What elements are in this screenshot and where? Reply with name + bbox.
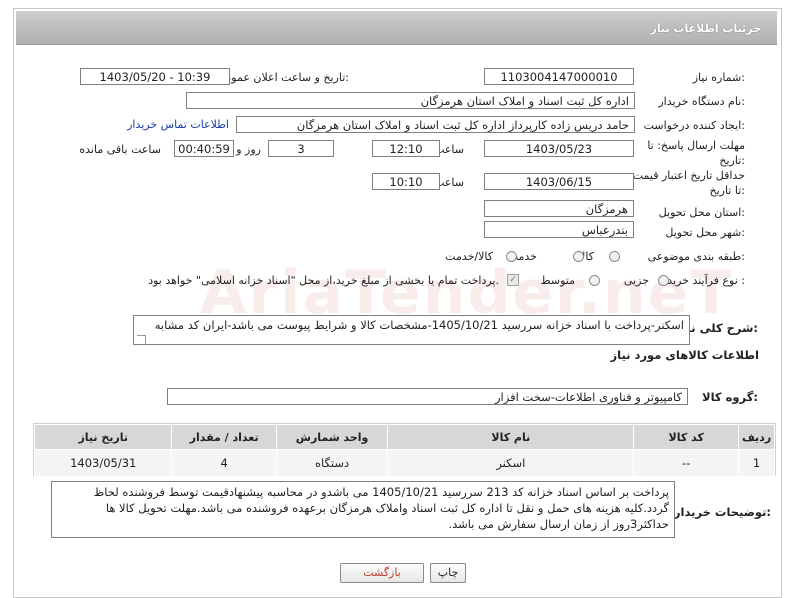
- print-button[interactable]: چاپ: [430, 563, 466, 583]
- cell-need-date: 1403/05/31: [33, 449, 173, 477]
- cell-code: --: [633, 449, 740, 477]
- goods-table: ردیف کد کالا نام کالا واحد شمارش تعداد /…: [33, 424, 775, 477]
- process-medium-label: متوسط: [540, 274, 575, 287]
- announce-datetime-field: 1403/05/20 - 10:39: [80, 68, 230, 85]
- cell-name: اسکنر: [387, 449, 635, 477]
- city-label: شهر محل تحویل:: [665, 226, 745, 239]
- buyer-org-field: اداره کل ثبت اسناد و املاک استان هرمزگان: [186, 92, 635, 109]
- table-row: 1 -- اسکنر دستگاه 4 1403/05/31: [33, 449, 775, 477]
- page-title: جزئیات اطلاعات نیاز: [650, 22, 762, 35]
- province-field: هرمزگان: [484, 200, 634, 217]
- price-validity-time-field: 10:10: [372, 173, 440, 190]
- goods-group-field: کامپیوتر و فناوری اطلاعات-سخت افزار: [167, 388, 688, 405]
- process-minor-radio[interactable]: [658, 275, 669, 286]
- remaining-time-field: 00:40:59: [174, 140, 234, 157]
- reply-days-field: 3: [268, 140, 334, 157]
- price-validity-label: حداقل تاریخ اعتبار قیمت: تا تاریخ:: [629, 169, 745, 197]
- goods-section-title: اطلاعات کالاهای مورد نیاز: [610, 348, 759, 362]
- col-header-code: کد کالا: [633, 424, 740, 450]
- cell-unit: دستگاه: [275, 449, 389, 477]
- purchase-process-label: نوع فرآیند خرید :: [667, 274, 745, 287]
- category-goods-radio[interactable]: [609, 251, 620, 262]
- goods-table-wrap: ردیف کد کالا نام کالا واحد شمارش تعداد /…: [33, 423, 776, 477]
- treasury-payment-checkbox[interactable]: ✓: [507, 274, 519, 286]
- category-goods-service-radio[interactable]: [506, 251, 517, 262]
- goods-table-header-row: ردیف کد کالا نام کالا واحد شمارش تعداد /…: [33, 424, 775, 450]
- general-desc-textarea: اسکنر-پرداخت با اسناد خزانه سررسید 1405/…: [133, 315, 690, 345]
- reply-time-field: 12:10: [372, 140, 440, 157]
- buyer-notes-textarea: پرداخت بر اساس اسناد خزانه کد 213 سررسید…: [51, 481, 675, 538]
- process-minor-label: جزیی: [623, 274, 649, 287]
- cell-quantity: 4: [171, 449, 277, 477]
- category-label: طبقه بندی موضوعی:: [647, 250, 745, 263]
- treasury-payment-note: پرداخت تمام یا بخشی از مبلغ خرید،از محل …: [148, 274, 499, 287]
- col-header-quantity: تعداد / مقدار: [171, 424, 277, 450]
- buyer-notes-label: توضیحات خریدار:: [673, 505, 771, 519]
- reply-date-field: 1403/05/23: [484, 140, 634, 157]
- requester-field: حامد دریس زاده کارپرداز اداره کل ثبت اسن…: [236, 116, 635, 133]
- col-header-unit: واحد شمارش: [275, 424, 389, 450]
- resize-handle[interactable]: [137, 335, 146, 344]
- buyer-org-label: نام دستگاه خریدار:: [658, 95, 745, 108]
- announce-datetime-label: تاریخ و ساعت اعلان عمومی:: [216, 71, 349, 84]
- category-goods-service-label: کالا/خدمت: [445, 250, 493, 263]
- goods-group-label: گروه کالا:: [702, 390, 758, 404]
- col-header-need-date: تاریخ نیاز: [33, 424, 173, 450]
- reply-deadline-label: مهلت ارسال پاسخ: تا تاریخ:: [647, 139, 745, 167]
- city-field: بندرعباس: [484, 221, 634, 238]
- remaining-label: ساعت باقی مانده: [79, 143, 161, 156]
- requester-label: ایجاد کننده درخواست:: [643, 119, 745, 132]
- need-number-label: شماره نیاز:: [692, 71, 745, 84]
- province-label: استان محل تحویل:: [658, 206, 745, 219]
- back-button[interactable]: بازگشت: [340, 563, 424, 583]
- days-label: روز و: [236, 143, 261, 156]
- process-medium-radio[interactable]: [589, 275, 600, 286]
- cell-row: 1: [738, 449, 775, 477]
- col-header-row: ردیف: [738, 424, 775, 450]
- buyer-contact-link[interactable]: اطلاعات تماس خریدار: [127, 118, 229, 131]
- category-service-radio[interactable]: [573, 251, 584, 262]
- price-validity-date-field: 1403/06/15: [484, 173, 634, 190]
- col-header-name: نام کالا: [387, 424, 635, 450]
- need-number-field: 1103004147000010: [484, 68, 634, 85]
